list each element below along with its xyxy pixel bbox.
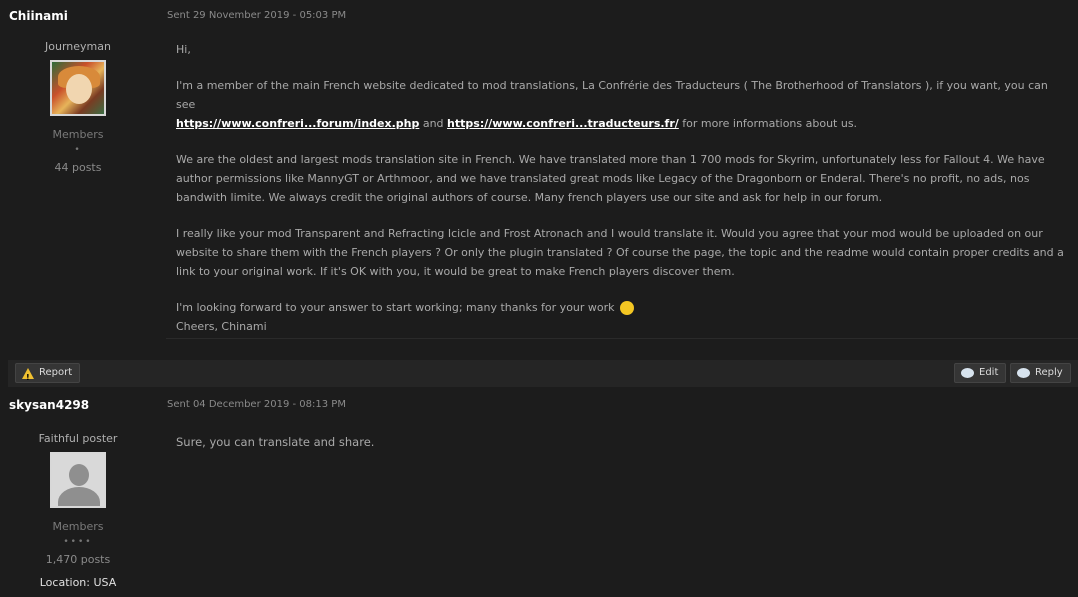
greeting: Hi, [176, 43, 191, 56]
post-body: Sure, you can translate and share. [176, 435, 375, 449]
user-title: Faithful poster [38, 432, 118, 445]
warning-icon [22, 367, 34, 387]
paragraph-1: I'm a member of the main French website … [176, 79, 1048, 130]
paragraph-3: I really like your mod Transparent and R… [176, 227, 1064, 278]
reply-button[interactable]: Reply [1010, 363, 1071, 383]
post-actions-bar: Report Edit Reply [8, 360, 1078, 387]
post-count: 44 posts [54, 161, 102, 174]
signoff: Cheers, Chinami [176, 320, 267, 333]
post-body: Hi, I'm a member of the main French webs… [176, 40, 1066, 336]
paragraph-2: We are the oldest and largest mods trans… [176, 153, 1045, 204]
speech-bubble-icon [1017, 368, 1030, 378]
avatar[interactable] [50, 452, 106, 508]
member-group: Members [52, 520, 104, 533]
link-confrerie-forum[interactable]: https://www.confreri...forum/index.php [176, 117, 419, 130]
divider [166, 338, 1078, 339]
rank-pips: •••• [63, 537, 93, 547]
post-chiinami: Chiinami Sent 29 November 2019 - 05:03 P… [0, 0, 1078, 387]
post-count: 1,470 posts [45, 553, 111, 566]
wink-emoji-icon [620, 301, 635, 315]
speech-bubble-icon [961, 368, 974, 378]
author-name[interactable]: Chiinami [9, 9, 68, 23]
rank-pips: • [74, 145, 82, 155]
report-button[interactable]: Report [15, 363, 81, 387]
post-date: Sent 04 December 2019 - 08:13 PM [167, 399, 346, 410]
paragraph-4: I'm looking forward to your answer to st… [176, 298, 1066, 336]
post-skysan4298: skysan4298 Sent 04 December 2019 - 08:13… [0, 390, 1078, 597]
link-confrerie-site[interactable]: https://www.confreri...traducteurs.fr/ [447, 117, 679, 130]
member-group: Members [52, 128, 104, 141]
edit-button[interactable]: Edit [954, 363, 1007, 383]
author-name[interactable]: skysan4298 [9, 398, 89, 412]
author-info: Faithful poster Members •••• 1,470 posts… [9, 432, 147, 589]
user-title: Journeyman [45, 40, 111, 53]
author-info: Journeyman Members • 44 posts [9, 40, 147, 174]
post-date: Sent 29 November 2019 - 05:03 PM [167, 10, 347, 21]
avatar[interactable] [50, 60, 106, 116]
location: Location: USA [39, 576, 117, 589]
